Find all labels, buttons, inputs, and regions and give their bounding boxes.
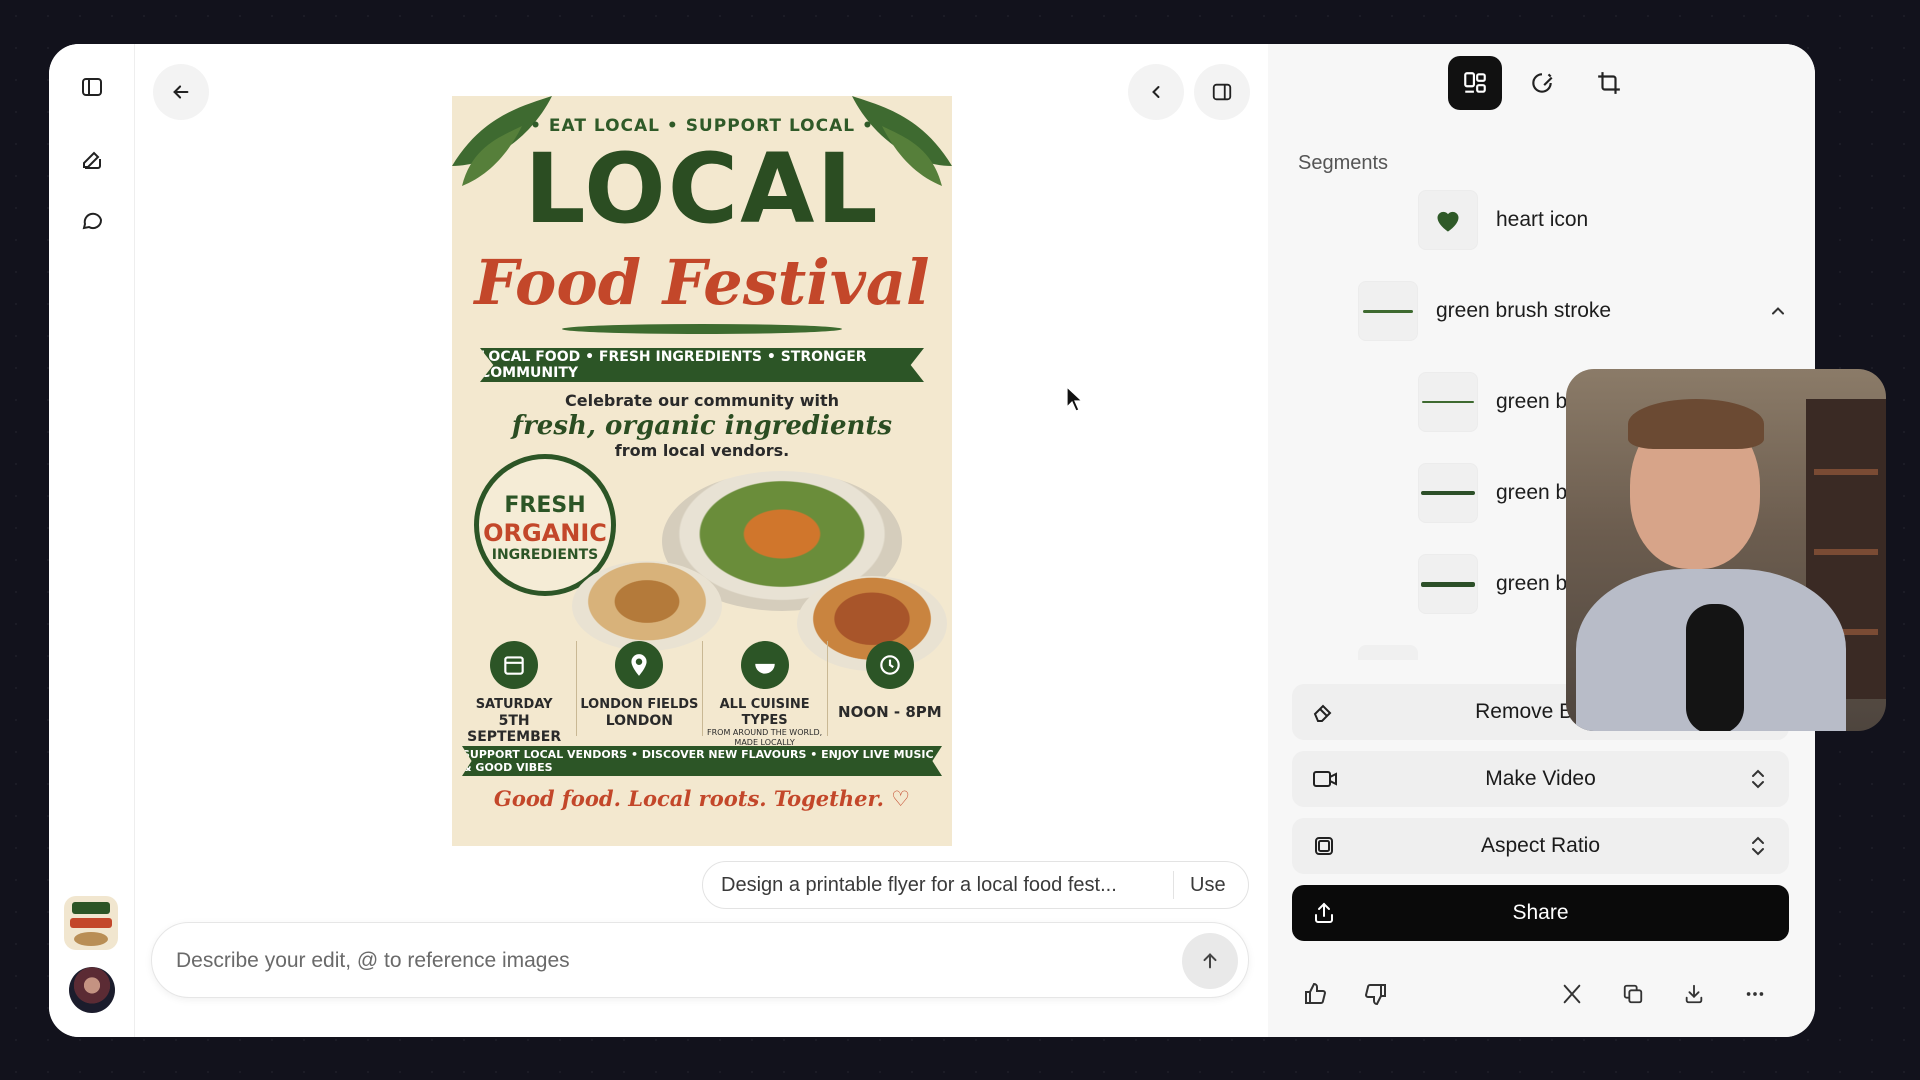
download-icon bbox=[1685, 984, 1703, 1004]
crop-icon bbox=[1598, 72, 1620, 94]
segment-thumbnail bbox=[1358, 281, 1418, 341]
app-window: • EAT LOCAL • SUPPORT LOCAL • LOCAL Food… bbox=[49, 44, 1815, 1037]
flyer-bottom-ribbon: SUPPORT LOCAL VENDORS • DISCOVER NEW FLA… bbox=[462, 746, 942, 776]
chevron-up-icon[interactable] bbox=[1768, 301, 1788, 321]
aspect-ratio-button[interactable]: Aspect Ratio bbox=[1292, 818, 1789, 874]
new-edit-button[interactable] bbox=[71, 138, 113, 180]
segment-thumbnail bbox=[1418, 554, 1478, 614]
mouse-cursor-icon bbox=[1066, 386, 1084, 412]
info-cuisine: ALL CUISINE TYPES FROM AROUND THE WORLD,… bbox=[703, 641, 828, 747]
segment-label: heart icon bbox=[1496, 208, 1589, 231]
badge-line-3: INGREDIENTS bbox=[491, 547, 599, 563]
make-video-button[interactable]: Make Video bbox=[1292, 751, 1789, 807]
chat-button[interactable] bbox=[71, 199, 113, 241]
flyer-ribbon: LOCAL FOOD • FRESH INGREDIENTS • STRONGE… bbox=[480, 348, 924, 382]
user-avatar[interactable] bbox=[69, 967, 115, 1013]
edit-icon bbox=[83, 151, 101, 169]
thumbs-down-icon bbox=[1364, 984, 1386, 1006]
share-label: Share bbox=[1512, 901, 1569, 924]
arrow-left-icon bbox=[173, 85, 189, 99]
edit-prompt-input[interactable] bbox=[176, 943, 1136, 979]
download-button[interactable] bbox=[1674, 974, 1714, 1014]
suggestion-text: Design a printable flyer for a local foo… bbox=[721, 873, 1117, 896]
chat-icon bbox=[82, 212, 103, 230]
send-button[interactable] bbox=[1182, 933, 1238, 989]
flyer-tagline: Good food. Local roots. Together. ♡ bbox=[493, 786, 911, 811]
segment-heart-icon[interactable]: heart icon bbox=[1418, 190, 1588, 250]
crop-tool-button[interactable] bbox=[1582, 56, 1636, 110]
more-horizontal-icon bbox=[1746, 992, 1764, 996]
toggle-sidebar-button[interactable] bbox=[71, 66, 113, 108]
sidebar-icon bbox=[82, 78, 102, 96]
calendar-icon bbox=[490, 641, 539, 689]
microphone-icon bbox=[1686, 604, 1744, 731]
brush-tool-button[interactable] bbox=[1515, 56, 1569, 110]
upload-icon bbox=[1315, 902, 1333, 923]
webcam-overlay bbox=[1566, 369, 1886, 731]
bowl-icon bbox=[740, 641, 789, 689]
previous-button[interactable] bbox=[1128, 64, 1184, 120]
location-pin-icon bbox=[615, 641, 664, 689]
recent-image-thumbnail[interactable] bbox=[64, 896, 118, 950]
panel-icon bbox=[1212, 83, 1232, 101]
thumbs-up-button[interactable] bbox=[1295, 974, 1335, 1014]
thumbs-down-button[interactable] bbox=[1356, 974, 1396, 1014]
more-options-button[interactable] bbox=[1735, 974, 1775, 1014]
badge-line-2: ORGANIC bbox=[483, 519, 607, 547]
flyer-brush-stroke bbox=[562, 324, 842, 334]
copy-icon bbox=[1623, 984, 1643, 1004]
flyer-info-row: SATURDAY 5TH SEPTEMBER LONDON FIELDS LON… bbox=[452, 641, 952, 747]
share-button[interactable]: Share bbox=[1292, 885, 1789, 941]
chevron-left-icon bbox=[1152, 86, 1160, 98]
food-bowl-hummus bbox=[572, 561, 722, 651]
brush-icon bbox=[1532, 73, 1553, 93]
segments-title: Segments bbox=[1298, 152, 1389, 174]
generated-flyer-image: • EAT LOCAL • SUPPORT LOCAL • LOCAL Food… bbox=[452, 96, 952, 846]
flyer-title: LOCAL bbox=[524, 133, 880, 245]
info-time: NOON - 8PM bbox=[828, 641, 952, 736]
use-suggestion-button[interactable]: Use bbox=[1174, 874, 1226, 897]
share-to-x-button[interactable] bbox=[1552, 974, 1592, 1014]
prompt-suggestion[interactable]: Design a printable flyer for a local foo… bbox=[702, 861, 1249, 909]
webcam-person-hair bbox=[1628, 399, 1764, 449]
segment-partial-item bbox=[1358, 645, 1418, 660]
segments-tool-button[interactable] bbox=[1448, 56, 1502, 110]
left-rail bbox=[49, 44, 135, 1037]
edit-composer bbox=[151, 922, 1249, 998]
make-video-label: Make Video bbox=[1485, 767, 1596, 790]
copy-button[interactable] bbox=[1613, 974, 1653, 1014]
main-canvas: • EAT LOCAL • SUPPORT LOCAL • LOCAL Food… bbox=[135, 44, 1268, 1037]
chevron-up-down-icon bbox=[1752, 769, 1764, 789]
video-camera-icon bbox=[1313, 771, 1337, 787]
aspect-ratio-label: Aspect Ratio bbox=[1480, 834, 1601, 857]
back-button[interactable] bbox=[153, 64, 209, 120]
segment-label: green brush stroke bbox=[1436, 299, 1612, 322]
info-date: SATURDAY 5TH SEPTEMBER bbox=[452, 641, 578, 745]
segment-thumbnail bbox=[1418, 463, 1478, 523]
aspect-ratio-icon bbox=[1315, 837, 1333, 855]
flyer-subtitle: Food Festival bbox=[474, 246, 930, 319]
arrow-up-icon bbox=[1203, 953, 1217, 969]
segment-green-brush-stroke[interactable]: green brush stroke bbox=[1358, 281, 1788, 341]
info-location: LONDON FIELDS LONDON bbox=[577, 641, 703, 736]
clock-icon bbox=[865, 641, 914, 689]
flyer-fresh-text: fresh, organic ingredients bbox=[511, 411, 893, 441]
chevron-up-down-icon bbox=[1752, 836, 1764, 856]
flyer-celebrate-text: Celebrate our community with bbox=[564, 391, 840, 410]
segments-icon bbox=[1464, 72, 1486, 93]
toggle-panel-button[interactable] bbox=[1194, 64, 1250, 120]
eraser-icon bbox=[1313, 704, 1332, 722]
badge-line-1: FRESH bbox=[504, 493, 586, 518]
thumbs-up-icon bbox=[1305, 982, 1327, 1004]
segment-thumbnail bbox=[1418, 190, 1478, 250]
segment-thumbnail bbox=[1418, 372, 1478, 432]
x-logo-icon bbox=[1563, 984, 1581, 1004]
heart-icon bbox=[1437, 211, 1459, 232]
